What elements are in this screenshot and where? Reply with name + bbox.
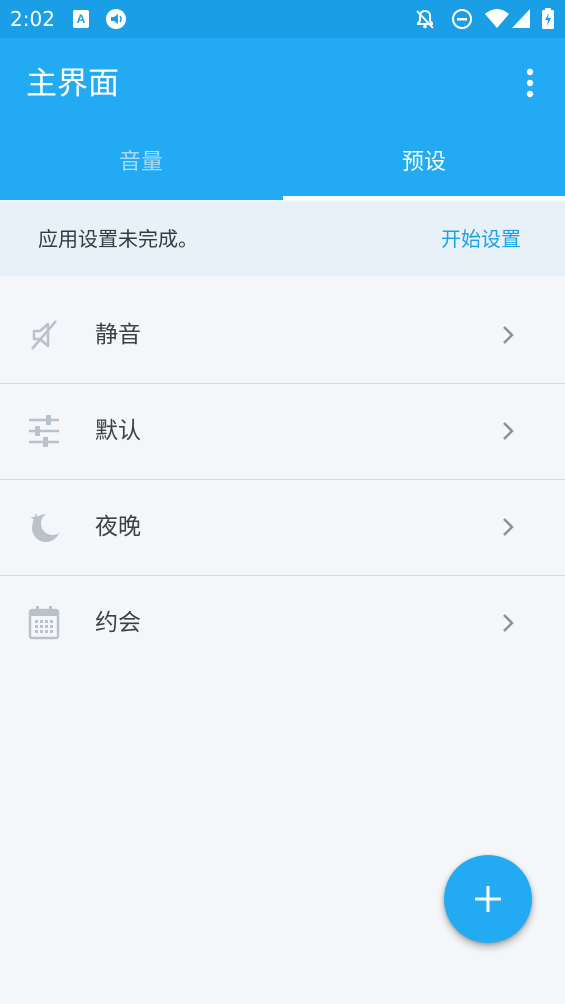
mute-icon <box>31 320 57 350</box>
app-bar: 主界面 音量 预设 <box>0 38 565 200</box>
page-title: 主界面 <box>26 66 119 102</box>
preset-label: 约会 <box>95 610 141 636</box>
preset-label: 默认 <box>95 418 141 444</box>
preset-item-default[interactable]: 默认 <box>0 384 565 480</box>
preset-label: 静音 <box>95 322 141 348</box>
tab-presets[interactable]: 预设 <box>283 136 565 200</box>
bell-off-icon <box>416 9 434 29</box>
wifi-icon <box>485 9 509 28</box>
setup-notice-message: 应用设置未完成。 <box>38 227 198 251</box>
night-icon <box>30 513 59 542</box>
preset-label: 夜晚 <box>95 514 141 540</box>
signal-icon <box>512 9 530 28</box>
volume-icon <box>106 9 126 29</box>
text-a-icon: A <box>73 10 89 28</box>
more-vert-icon[interactable] <box>515 66 545 100</box>
chevron-right-icon <box>503 518 514 536</box>
calendar-icon <box>28 606 60 640</box>
sliders-icon <box>29 415 59 447</box>
chevron-right-icon <box>503 422 514 440</box>
preset-item-date[interactable]: 约会 <box>0 576 565 671</box>
status-time: 2:02 <box>10 7 55 31</box>
add-icon <box>475 886 501 912</box>
tab-indicator <box>283 196 565 200</box>
setup-notice: 应用设置未完成。 开始设置 <box>0 202 565 276</box>
do-not-disturb-icon <box>452 9 472 29</box>
svg-text:A: A <box>77 12 86 26</box>
preset-list: 静音 默认 夜晚 约会 <box>0 288 565 671</box>
tab-volume[interactable]: 音量 <box>0 136 282 200</box>
preset-item-night[interactable]: 夜晚 <box>0 480 565 576</box>
status-bar: 2:02 A <box>0 0 565 38</box>
battery-icon <box>542 8 554 29</box>
start-setup-button[interactable]: 开始设置 <box>441 224 521 254</box>
add-preset-button[interactable] <box>444 855 532 943</box>
chevron-right-icon <box>503 614 514 632</box>
chevron-right-icon <box>503 326 514 344</box>
preset-item-mute[interactable]: 静音 <box>0 288 565 384</box>
